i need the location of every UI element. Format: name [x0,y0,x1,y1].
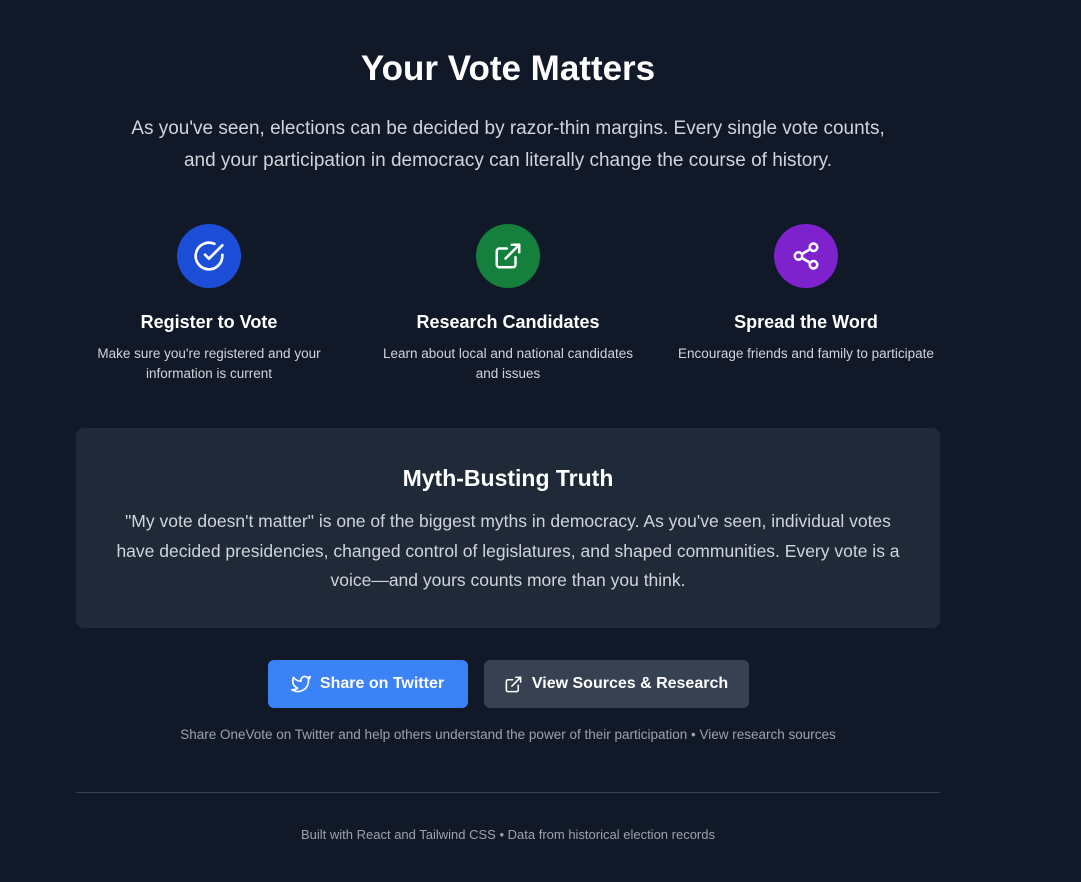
feature-title: Register to Vote [140,312,278,332]
helper-text: Share OneVote on Twitter and help others… [180,727,836,742]
view-sources-label: View Sources & Research [531,675,729,692]
twitter-icon [290,674,311,694]
feature-description: Learn about local and national candidate… [383,346,633,381]
feature-description: Encourage friends and family to particip… [678,346,934,361]
view-sources-button[interactable]: View Sources & Research [483,660,749,708]
action-buttons: Share on Twitter View Sources & Research [0,660,1016,708]
footer-divider [76,792,940,793]
register-icon-circle [177,224,241,288]
myth-text: "My vote doesn't matter" is one of the b… [116,511,900,590]
myth-card: Myth-Busting Truth "My vote doesn't matt… [76,428,940,628]
page: Your Vote Matters As you've seen, electi… [0,0,1081,882]
feature-title: Research Candidates [416,312,600,332]
external-link-icon [504,675,523,694]
share-twitter-button[interactable]: Share on Twitter [267,660,468,708]
share-twitter-label: Share on Twitter [319,675,445,692]
myth-title: Myth-Busting Truth [402,465,614,491]
feature-title: Spread the Word [734,312,878,332]
spread-icon-circle [774,224,838,288]
feature-register: Register to Vote Make sure you're regist… [59,224,359,384]
check-circle-icon [193,240,225,272]
footer-text: Built with React and Tailwind CSS • Data… [301,827,715,842]
feature-description: Make sure you're registered and your inf… [97,346,321,381]
feature-spread: Spread the Word Encourage friends and fa… [656,224,956,364]
research-icon-circle [476,224,540,288]
share-icon [791,241,821,271]
page-title: Your Vote Matters [360,49,656,88]
feature-research: Research Candidates Learn about local an… [358,224,658,384]
external-link-icon [493,241,523,271]
intro-text: As you've seen, elections can be decided… [131,118,885,171]
features-section: Register to Vote Make sure you're regist… [76,224,940,394]
